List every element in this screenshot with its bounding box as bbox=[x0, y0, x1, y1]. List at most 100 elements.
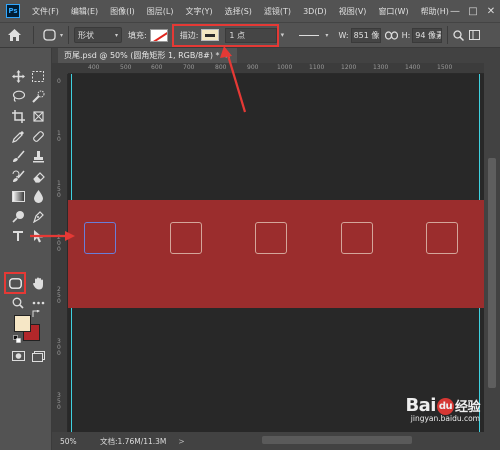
horizontal-ruler[interactable]: 400 500 600 700 800 900 1000 1100 1200 1… bbox=[68, 63, 484, 74]
fill-color-swatch[interactable] bbox=[149, 28, 168, 42]
close-tab-button[interactable]: × bbox=[225, 51, 232, 60]
ruler-tick-label: 1100 bbox=[309, 64, 325, 71]
menu-layer[interactable]: 图层(L) bbox=[141, 6, 180, 17]
crop-icon bbox=[11, 109, 25, 123]
brush-tool[interactable] bbox=[10, 148, 26, 164]
move-tool[interactable] bbox=[10, 68, 26, 84]
ruler-tick-label: 400 bbox=[88, 64, 100, 71]
menu-type[interactable]: 文字(Y) bbox=[179, 6, 218, 17]
menu-filter[interactable]: 滤镜(T) bbox=[258, 6, 297, 17]
screen-mode-button[interactable] bbox=[30, 348, 46, 364]
paw-icon: du bbox=[436, 397, 454, 415]
more-tools[interactable] bbox=[30, 295, 46, 311]
menu-3d[interactable]: 3D(D) bbox=[297, 7, 333, 16]
status-menu-arrow[interactable]: > bbox=[178, 437, 184, 446]
menu-file[interactable]: 文件(F) bbox=[26, 6, 65, 17]
marquee-icon bbox=[32, 70, 44, 82]
document-info: 文档:1.76M/11.3M bbox=[100, 436, 167, 446]
swap-colors-icon[interactable] bbox=[32, 310, 40, 318]
brush-icon bbox=[12, 150, 25, 162]
ruler-tick-label: 1200 bbox=[341, 64, 357, 71]
menu-edit[interactable]: 编辑(E) bbox=[65, 6, 104, 17]
eyedropper-tool[interactable] bbox=[10, 128, 26, 144]
path-selection-tool[interactable] bbox=[30, 228, 46, 244]
close-window-button[interactable]: ✕ bbox=[482, 0, 500, 22]
width-input[interactable]: 851 像 bbox=[350, 27, 381, 43]
marquee-tool[interactable] bbox=[30, 68, 46, 84]
dodge-tool[interactable] bbox=[10, 208, 26, 224]
divider bbox=[68, 26, 70, 44]
more-icon bbox=[32, 301, 44, 305]
vertical-scrollbar[interactable] bbox=[484, 63, 500, 432]
document-canvas[interactable] bbox=[68, 74, 484, 432]
vertical-ruler[interactable]: 0 1 0 1 5 0 2 0 0 2 5 0 3 0 0 3 5 0 bbox=[52, 74, 68, 432]
zoom-tool[interactable] bbox=[10, 295, 26, 311]
blur-tool[interactable] bbox=[30, 188, 46, 204]
ruler-tick-label: 0 bbox=[57, 404, 61, 411]
workspace-icon[interactable] bbox=[469, 30, 481, 40]
dodge-icon bbox=[11, 210, 24, 223]
tools-panel bbox=[0, 48, 52, 450]
menu-select[interactable]: 选择(S) bbox=[219, 6, 258, 17]
stamp-icon bbox=[32, 150, 44, 162]
eraser-tool[interactable] bbox=[30, 168, 46, 184]
menu-view[interactable]: 视图(V) bbox=[333, 6, 373, 17]
menu-image[interactable]: 图像(I) bbox=[104, 6, 141, 17]
home-button[interactable] bbox=[0, 22, 28, 48]
quick-mask-icon bbox=[11, 351, 25, 361]
ruler-tick-label: 0 bbox=[57, 136, 61, 143]
chevron-down-icon[interactable]: ▾ bbox=[325, 32, 328, 39]
menu-window[interactable]: 窗口(W) bbox=[372, 6, 414, 17]
footer-red-band[interactable] bbox=[68, 200, 484, 308]
rounded-rectangle-tool[interactable] bbox=[7, 275, 23, 291]
type-icon bbox=[13, 231, 23, 241]
ruler-tick-label: 700 bbox=[183, 64, 195, 71]
rounded-square-shape-selected[interactable] bbox=[84, 222, 116, 254]
rounded-square-shape[interactable] bbox=[341, 222, 373, 254]
gradient-tool[interactable] bbox=[10, 188, 26, 204]
foreground-color[interactable] bbox=[14, 315, 31, 332]
watermark-text-left: Bai bbox=[405, 395, 436, 416]
quick-selection-tool[interactable] bbox=[30, 88, 46, 104]
scrollbar-thumb[interactable] bbox=[488, 158, 496, 388]
height-input[interactable]: 94 像素 bbox=[412, 27, 443, 43]
lasso-icon bbox=[12, 90, 25, 102]
pen-tool[interactable] bbox=[30, 208, 46, 224]
document-tab[interactable]: 页尾.psd @ 50% (圆角矩形 1, RGB/8#) * × bbox=[58, 48, 238, 63]
chevron-down-icon: ▾ bbox=[115, 31, 119, 39]
history-brush-tool[interactable] bbox=[10, 168, 26, 184]
minimize-button[interactable]: — bbox=[446, 0, 464, 22]
type-tool[interactable] bbox=[10, 228, 26, 244]
rounded-square-shape[interactable] bbox=[255, 222, 287, 254]
lasso-tool[interactable] bbox=[10, 88, 26, 104]
watermark-url: jingyan.baidu.com bbox=[410, 414, 480, 423]
rounded-square-shape[interactable] bbox=[426, 222, 458, 254]
crop-tool[interactable] bbox=[10, 108, 26, 124]
quick-mask-button[interactable] bbox=[10, 348, 26, 364]
move-icon bbox=[11, 69, 25, 83]
stroke-type-picker[interactable] bbox=[293, 28, 325, 43]
maximize-button[interactable]: □ bbox=[464, 0, 482, 22]
tool-preset-picker[interactable]: ▾ bbox=[43, 29, 63, 41]
healing-brush-tool[interactable] bbox=[30, 128, 46, 144]
clone-stamp-tool[interactable] bbox=[30, 148, 46, 164]
ruler-tick-label: 900 bbox=[247, 64, 259, 71]
ruler-tick-label: 500 bbox=[120, 64, 132, 71]
link-icon[interactable] bbox=[384, 30, 398, 40]
hand-tool[interactable] bbox=[30, 275, 46, 291]
ruler-tick-label: 600 bbox=[151, 64, 163, 71]
ruler-tick-label: 0 bbox=[57, 298, 61, 305]
rounded-square-shape[interactable] bbox=[170, 222, 202, 254]
hand-icon bbox=[32, 277, 43, 289]
frame-tool[interactable] bbox=[30, 108, 46, 124]
horizontal-scrollbar[interactable] bbox=[262, 436, 412, 444]
gradient-icon bbox=[11, 190, 25, 202]
default-colors-icon[interactable] bbox=[13, 335, 21, 343]
tool-mode-select[interactable]: 形状 ▾ bbox=[74, 27, 123, 43]
search-icon[interactable] bbox=[453, 29, 465, 41]
line-style-icon bbox=[299, 34, 320, 36]
divider bbox=[447, 26, 449, 44]
zoom-level[interactable]: 50% bbox=[52, 437, 80, 446]
screen-mode-icon bbox=[31, 350, 45, 362]
height-field-group: H: 94 像素 bbox=[402, 27, 443, 43]
